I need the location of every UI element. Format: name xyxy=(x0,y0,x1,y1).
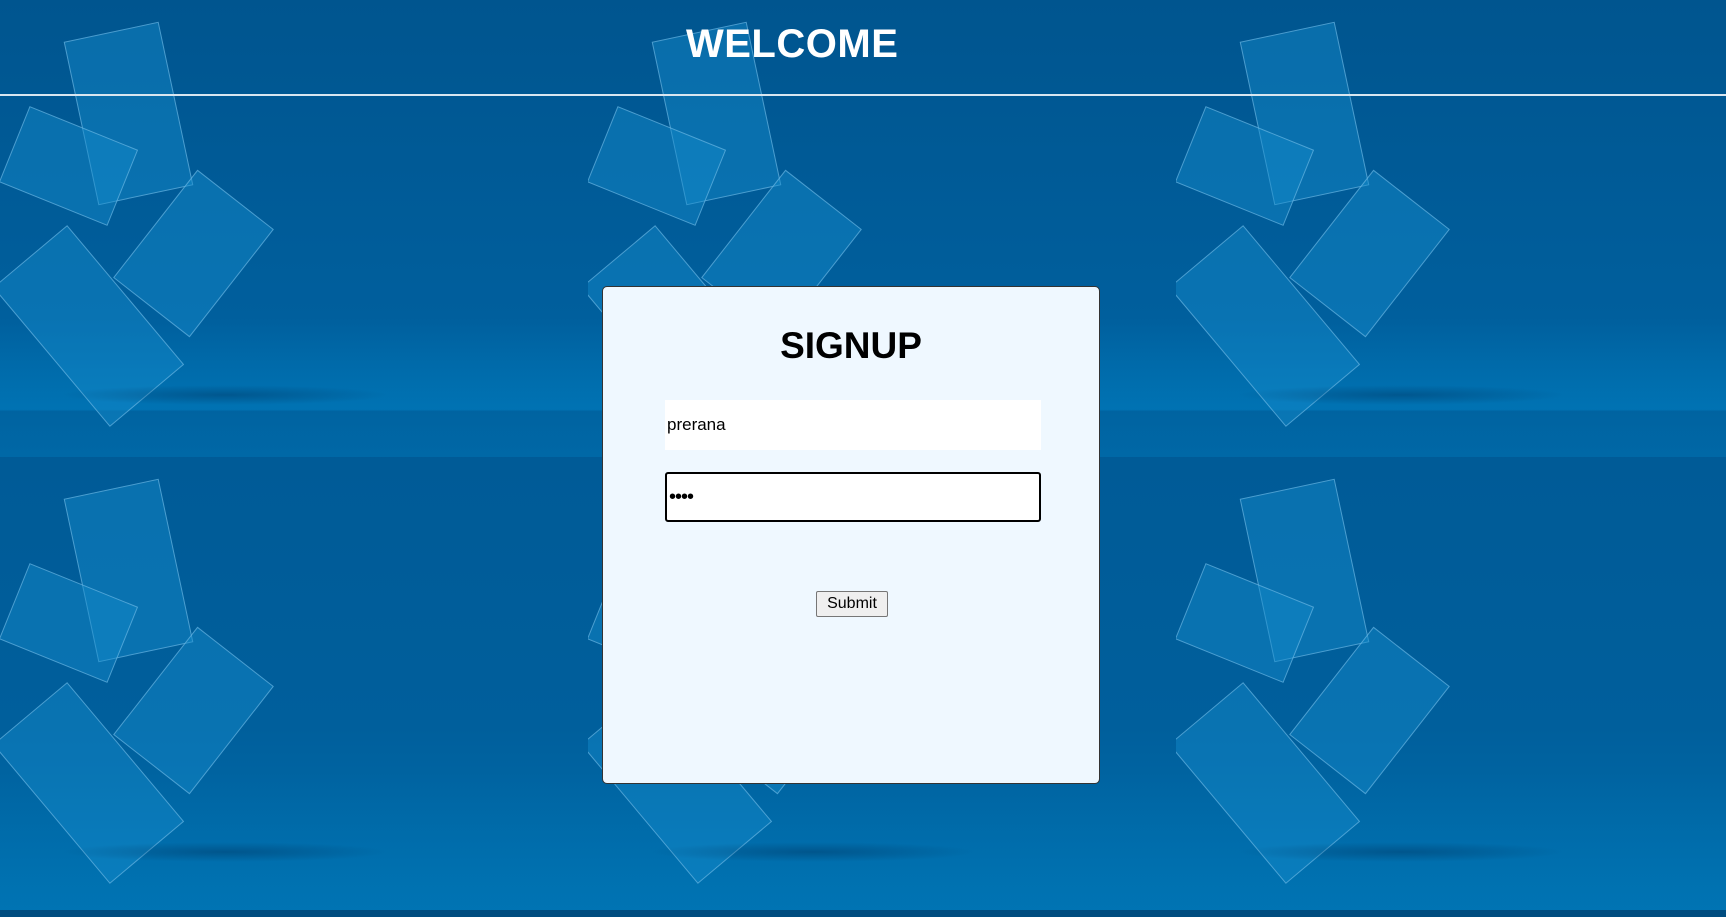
page-header: WELCOME xyxy=(0,0,1726,96)
signup-form: SIGNUP Submit xyxy=(602,286,1100,784)
submit-button[interactable]: Submit xyxy=(816,591,888,617)
background-tile xyxy=(0,457,588,910)
signup-title: SIGNUP xyxy=(780,325,922,366)
username-input[interactable] xyxy=(665,400,1041,450)
password-input[interactable] xyxy=(665,472,1041,522)
page-title: WELCOME xyxy=(686,22,899,66)
background-tile xyxy=(1176,457,1726,910)
header-divider xyxy=(0,94,1726,96)
bottom-bar xyxy=(0,910,1726,917)
